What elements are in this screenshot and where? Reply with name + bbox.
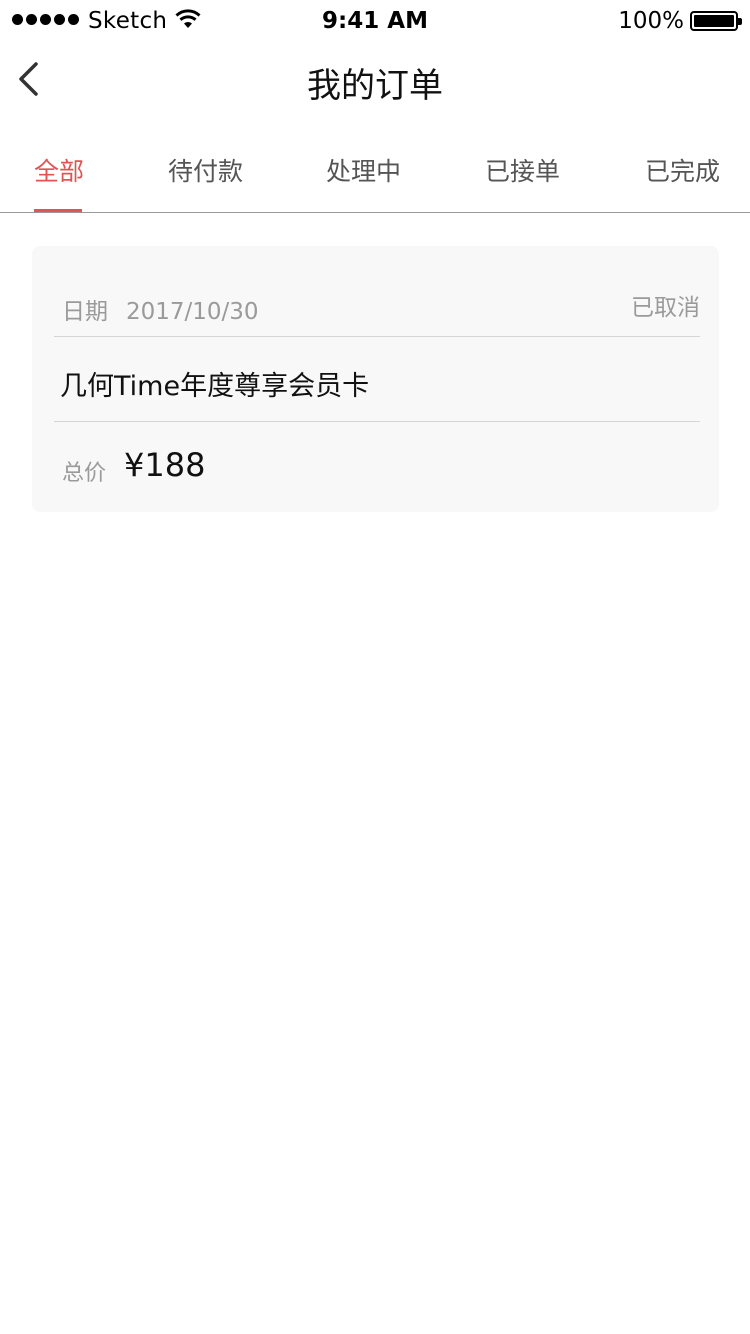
page-title: 我的订单: [307, 66, 443, 106]
navigation-bar: 我的订单: [0, 40, 750, 128]
tab-accepted[interactable]: 已接单: [485, 152, 560, 188]
order-card[interactable]: 日期 2017/10/30 已取消 几何Time年度尊享会员卡 总价 ¥188: [32, 246, 719, 512]
order-status-tabs: 全部 待付款 处理中 已接单 已完成: [0, 128, 750, 213]
battery-percentage: 100%: [618, 8, 684, 34]
tab-processing[interactable]: 处理中: [326, 152, 401, 188]
order-status-badge: 已取消: [631, 295, 700, 321]
total-price: ¥188: [124, 446, 206, 484]
active-tab-indicator: [34, 209, 82, 212]
screen: Sketch 9:41 AM 100% 我的订单 全部 待付款 处理中 已接单 …: [0, 0, 750, 1334]
date-label: 日期: [62, 299, 108, 325]
divider: [54, 336, 700, 337]
product-name: 几何Time年度尊享会员卡: [60, 371, 370, 402]
tab-completed[interactable]: 已完成: [645, 152, 720, 188]
tab-all[interactable]: 全部: [34, 152, 84, 188]
order-date-row: 日期 2017/10/30: [62, 292, 259, 326]
battery-icon: [690, 11, 742, 31]
battery-level: [694, 15, 734, 27]
tab-pending-payment[interactable]: 待付款: [168, 152, 243, 188]
divider: [54, 421, 700, 422]
total-price-label: 总价: [62, 461, 107, 486]
status-bar: Sketch 9:41 AM 100%: [0, 0, 750, 40]
order-date: 2017/10/30: [126, 299, 259, 325]
